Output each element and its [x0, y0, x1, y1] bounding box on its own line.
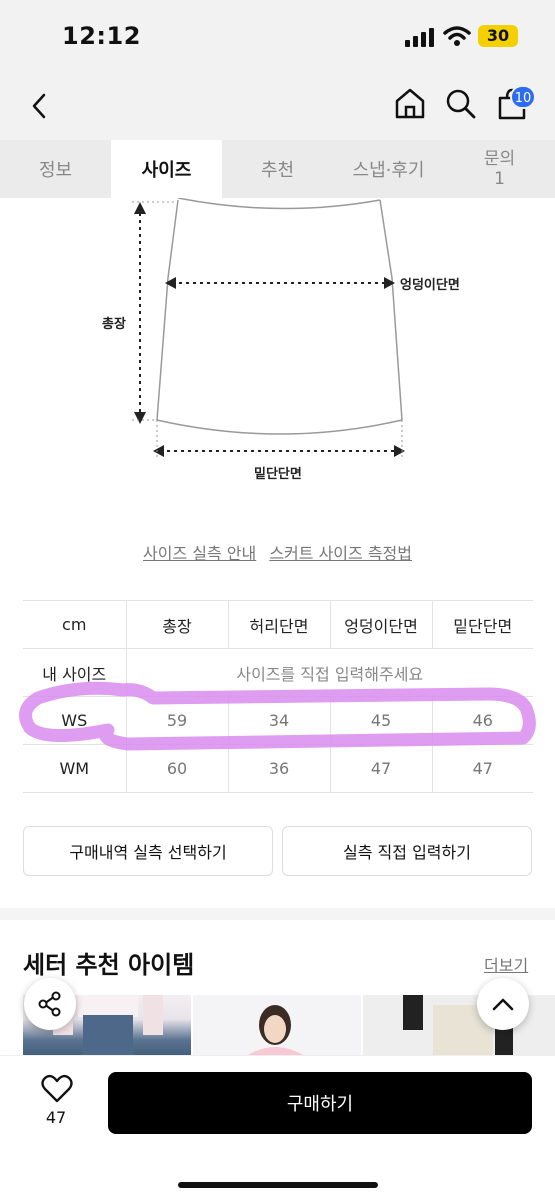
- table-cell: 36: [227, 744, 331, 793]
- table-cell: 47: [329, 744, 433, 793]
- section-divider: [0, 908, 555, 920]
- my-size-row[interactable]: 내 사이즈 사이즈를 직접 입력해주세요: [23, 648, 533, 697]
- size-table: cm 총장 허리단면 엉덩이단면 밑단단면 내 사이즈 사이즈를 직접 입력해주…: [23, 600, 533, 793]
- tab-recommend[interactable]: 추천: [222, 140, 333, 198]
- purchase-history-measure-button[interactable]: 구매내역 실측 선택하기: [23, 826, 273, 876]
- home-icon[interactable]: [393, 86, 427, 120]
- status-bar: 12:12 30: [0, 0, 555, 70]
- home-indicator: [178, 1182, 378, 1188]
- size-name: WS: [23, 696, 127, 745]
- heart-icon[interactable]: [41, 1074, 73, 1104]
- my-size-input[interactable]: 사이즈를 직접 입력해주세요: [125, 648, 533, 697]
- size-guide-links: 사이즈 실측 안내 스커트 사이즈 측정법: [0, 540, 555, 564]
- more-link[interactable]: 더보기: [484, 952, 528, 976]
- share-icon: [38, 991, 61, 1017]
- skirt-measure-link[interactable]: 스커트 사이즈 측정법: [269, 544, 412, 563]
- header-hip: 엉덩이단면: [329, 600, 433, 649]
- share-button[interactable]: [24, 978, 76, 1030]
- table-cell: 46: [431, 696, 533, 745]
- size-guide-link[interactable]: 사이즈 실측 안내: [143, 544, 256, 563]
- table-cell: 60: [125, 744, 229, 793]
- total-length-label: 총장: [102, 317, 126, 332]
- direct-input-measure-button[interactable]: 실측 직접 입력하기: [282, 826, 532, 876]
- hip-width-label: 엉덩이단면: [400, 278, 460, 293]
- tab-size[interactable]: 사이즈: [111, 140, 222, 198]
- back-arrow-icon[interactable]: [28, 92, 52, 120]
- header-waist: 허리단면: [227, 600, 331, 649]
- like-count: 47: [45, 1108, 67, 1127]
- nav-bar: [0, 70, 555, 140]
- skirt-outline: [132, 197, 405, 460]
- tab-snap-review[interactable]: 스냅·후기: [333, 140, 444, 198]
- header-length: 총장: [125, 600, 229, 649]
- skirt-size-diagram: 엉덩이단면 총장 밑단단면: [0, 197, 555, 498]
- table-row: WS 59 34 45 46: [23, 696, 533, 745]
- size-name: WM: [23, 744, 127, 793]
- cart-count-badge: 10: [510, 85, 536, 109]
- header-unit: cm: [23, 600, 127, 649]
- cellular-signal-icon: [405, 27, 435, 47]
- header-hem: 밑단단면: [431, 600, 533, 649]
- recommend-section-title: 세터 추천 아이템: [23, 951, 195, 979]
- wifi-icon: [443, 26, 471, 46]
- table-cell: 47: [431, 744, 533, 793]
- tab-inquiry-label: 문의: [483, 149, 516, 169]
- tab-inquiry-count: 1: [494, 169, 505, 189]
- tab-inquiry[interactable]: 문의 1: [444, 140, 555, 198]
- scroll-top-button[interactable]: [477, 978, 529, 1030]
- table-cell: 34: [227, 696, 331, 745]
- size-table-header: cm 총장 허리단면 엉덩이단면 밑단단면: [23, 600, 533, 649]
- tab-bar: 정보 사이즈 추천 스냅·후기 문의 1: [0, 140, 555, 198]
- chevron-up-icon: [492, 998, 514, 1011]
- table-cell: 59: [125, 696, 229, 745]
- my-size-label: 내 사이즈: [23, 648, 127, 697]
- status-time: 12:12: [62, 22, 141, 50]
- table-row: WM 60 36 47 47: [23, 744, 533, 793]
- search-icon[interactable]: [445, 88, 477, 120]
- recommend-thumbnails: [23, 995, 555, 1055]
- hem-width-label: 밑단단면: [254, 467, 302, 482]
- tab-info[interactable]: 정보: [0, 140, 111, 198]
- buy-button[interactable]: 구매하기: [108, 1072, 532, 1134]
- product-thumbnail[interactable]: [193, 995, 361, 1055]
- battery-indicator: 30: [478, 25, 518, 47]
- table-cell: 45: [329, 696, 433, 745]
